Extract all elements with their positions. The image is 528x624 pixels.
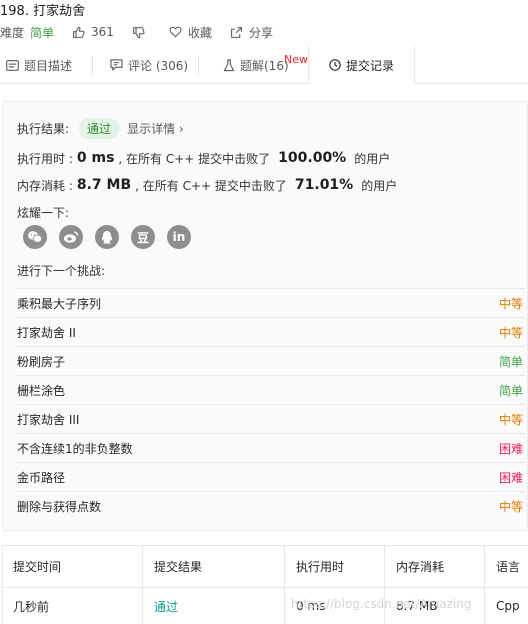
challenge-item[interactable]: 打家劫舍 II 中等	[15, 317, 525, 346]
challenge-name: 粉刷房子	[17, 354, 66, 369]
challenge-item[interactable]: 删除与获得点数 中等	[15, 491, 525, 520]
wechat-icon[interactable]	[23, 225, 47, 249]
like-button[interactable]: 361	[72, 25, 114, 39]
dislike-button[interactable]	[132, 26, 151, 39]
memory-mid-text: , 在所有 C++ 提交中击败了	[135, 178, 287, 193]
qq-icon[interactable]	[95, 225, 119, 249]
challenge-name: 金币路径	[17, 470, 66, 485]
challenge-name: 删除与获得点数	[17, 499, 102, 514]
memory-percentile: 71.01%	[294, 177, 354, 193]
difficulty-value: 简单	[30, 25, 55, 40]
runtime-row: 执行用时 : 0 ms , 在所有 C++ 提交中击败了 100.00% 的用户	[17, 147, 390, 169]
difficulty-label: 难度	[0, 25, 25, 40]
challenge-difficulty: 中等	[498, 325, 523, 340]
challenge-item[interactable]: 粉刷房子 简单	[15, 346, 525, 375]
tab-description-label: 题目描述	[24, 58, 73, 73]
share-label: 分享	[248, 25, 273, 40]
challenge-difficulty: 中等	[498, 412, 523, 427]
memory-row: 内存消耗 : 8.7 MB , 在所有 C++ 提交中击败了 71.01% 的用…	[17, 174, 397, 196]
challenge-name: 栅栏涂色	[17, 383, 66, 398]
row-language: Cpp	[496, 599, 520, 613]
tab-solutions[interactable]: 题解(16)	[223, 46, 289, 84]
challenge-difficulty: 中等	[498, 296, 523, 311]
runtime-label: 执行用时 :	[17, 151, 73, 166]
tab-submissions[interactable]: 提交记录	[308, 46, 415, 84]
submissions-table: 提交时间 提交结果 执行用时 内存消耗 语言 几秒前 通过 0 ms 8.7 M…	[2, 545, 528, 624]
next-challenge-label-row: 进行下一个挑战:	[17, 260, 105, 280]
tab-solutions-label: 题解(16)	[240, 58, 289, 73]
favorite-label: 收藏	[187, 25, 212, 40]
tab-comments-label: 评论 (306)	[128, 58, 189, 73]
runtime-value: 0 ms	[76, 150, 115, 166]
challenge-item[interactable]: 乘积最大子序列 中等	[15, 288, 525, 317]
share-button[interactable]: 分享	[230, 24, 273, 41]
status-badge: 通过	[79, 117, 120, 139]
thumbs-down-icon	[133, 26, 145, 38]
challenge-difficulty: 困难	[498, 470, 523, 485]
comment-icon	[110, 59, 123, 71]
runtime-suffix: 的用户	[354, 151, 391, 166]
problem-meta-bar: 难度 简单 361 收藏 分享	[0, 21, 291, 43]
show-details-link[interactable]: 显示详情 ›	[127, 120, 184, 137]
new-badge: New	[284, 53, 308, 66]
like-count: 361	[91, 25, 114, 39]
memory-label: 内存消耗 :	[17, 178, 73, 193]
weibo-icon[interactable]	[59, 225, 83, 249]
challenge-name: 打家劫舍 III	[17, 412, 80, 427]
description-icon	[6, 59, 19, 71]
challenge-difficulty: 中等	[498, 499, 523, 514]
tab-submissions-label: 提交记录	[345, 58, 394, 73]
thumbs-up-icon	[73, 26, 85, 38]
heart-icon	[169, 26, 182, 38]
challenge-difficulty: 简单	[498, 354, 523, 369]
result-label: 执行结果:	[17, 121, 70, 136]
header-submit-time[interactable]: 提交时间	[2, 546, 61, 587]
result-status-row: 执行结果: 通过 显示详情 ›	[17, 117, 184, 139]
row-submit-time: 几秒前	[13, 599, 50, 614]
share-icon	[231, 26, 242, 38]
tab-comments[interactable]: 评论 (306)	[110, 46, 188, 84]
runtime-percentile: 100.00%	[278, 150, 347, 166]
favorite-button[interactable]: 收藏	[169, 24, 212, 41]
header-runtime[interactable]: 执行用时	[285, 546, 344, 587]
header-language[interactable]: 语言	[485, 546, 520, 587]
tab-description[interactable]: 题目描述	[6, 46, 72, 84]
challenge-difficulty: 简单	[498, 383, 523, 398]
challenge-item[interactable]: 金币路径 困难	[15, 462, 525, 491]
challenge-item[interactable]: 不含连续1的非负整数 困难	[15, 433, 525, 462]
runtime-mid-text: , 在所有 C++ 提交中击败了	[118, 151, 271, 166]
share-label: 炫耀一下:	[17, 205, 70, 220]
header-memory[interactable]: 内存消耗	[385, 546, 444, 587]
next-challenge-label: 进行下一个挑战:	[17, 263, 106, 278]
challenge-difficulty: 困难	[498, 441, 523, 456]
share-row-label: 炫耀一下:	[17, 202, 69, 222]
memory-value: 8.7 MB	[76, 177, 132, 193]
problem-title: 198. 打家劫舍	[0, 4, 86, 19]
submission-result-panel: 执行结果: 通过 显示详情 › 执行用时 : 0 ms , 在所有 C++ 提交…	[2, 101, 528, 531]
clock-icon	[329, 59, 341, 71]
challenge-name: 乘积最大子序列	[17, 296, 102, 311]
challenge-item[interactable]: 打家劫舍 III 中等	[15, 404, 525, 433]
row-submit-result-link[interactable]: 通过	[143, 588, 178, 624]
challenge-name: 打家劫舍 II	[17, 325, 76, 340]
challenge-item[interactable]: 栅栏涂色 简单	[15, 375, 525, 404]
memory-suffix: 的用户	[361, 178, 398, 193]
header-submit-result[interactable]: 提交结果	[143, 546, 202, 587]
problem-tabs: 题目描述 评论 (306) 题解(16) 提交记录	[0, 46, 528, 85]
watermark: https://blog.csdn.net/Amazing	[291, 597, 472, 611]
linkedin-icon[interactable]: in	[167, 225, 191, 249]
flask-icon	[223, 58, 235, 71]
douban-icon[interactable]: 豆	[131, 225, 155, 249]
challenge-name: 不含连续1的非负整数	[17, 441, 133, 456]
